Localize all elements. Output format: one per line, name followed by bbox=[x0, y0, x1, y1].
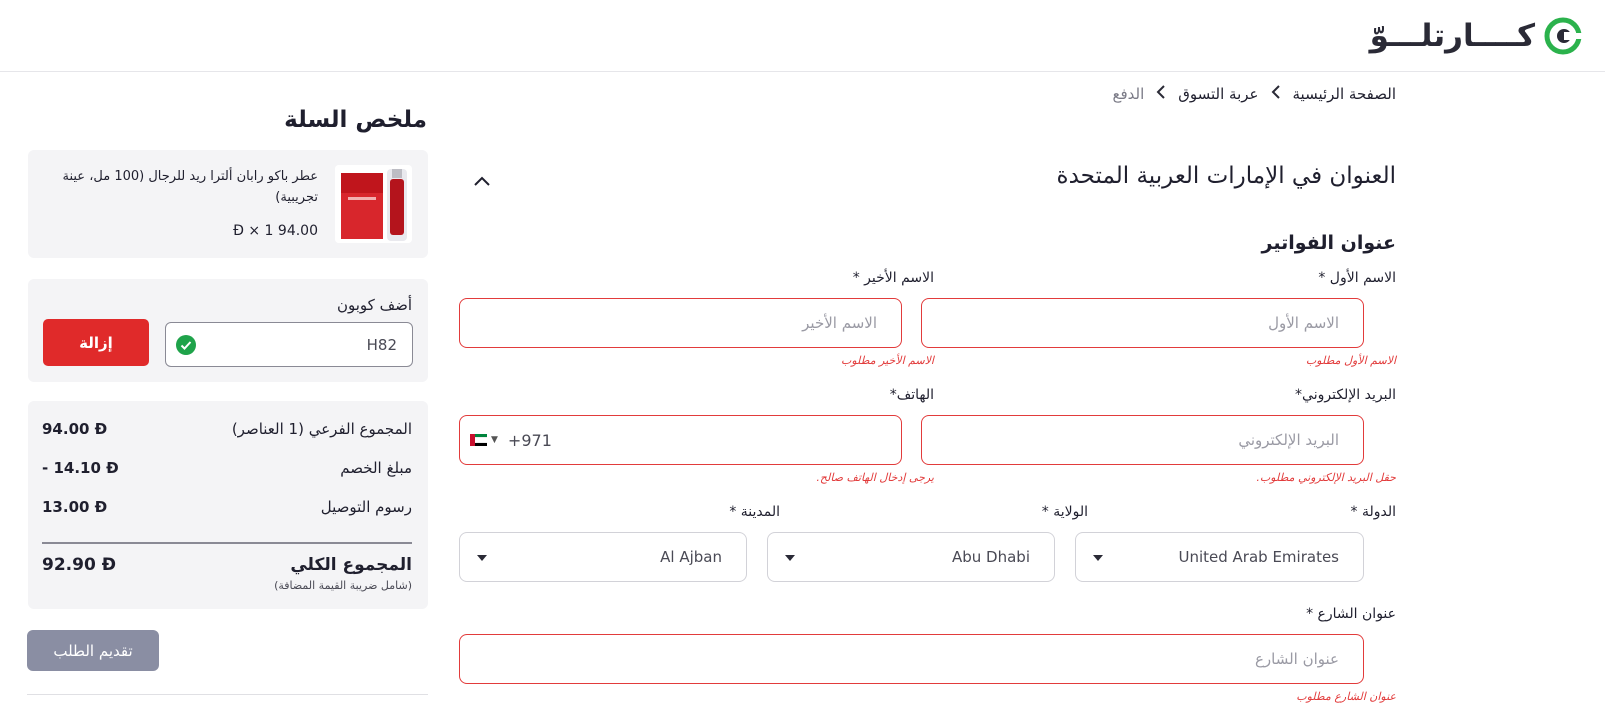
caret-down-icon bbox=[476, 553, 488, 563]
subtotal-value: 94.00 Ð bbox=[42, 420, 108, 438]
totals-divider bbox=[42, 542, 412, 544]
grand-total-label: المجموع الكلي bbox=[290, 555, 412, 575]
breadcrumb: الصفحة الرئيسية عربة التسوق الدفع bbox=[1112, 84, 1396, 103]
phone-label: الهاتف* bbox=[889, 387, 934, 403]
place-order-button[interactable]: تقديم الطلب bbox=[27, 630, 159, 671]
shipping-value: 13.00 Ð bbox=[42, 498, 108, 516]
state-select[interactable]: Abu Dhabi bbox=[767, 532, 1055, 582]
address-section-title: العنوان في الإمارات العربية المتحدة bbox=[1056, 163, 1396, 189]
site-header: كــــارتلـــوّ bbox=[0, 0, 1605, 72]
caret-down-icon bbox=[784, 553, 796, 563]
caret-down-icon[interactable]: ▼ bbox=[491, 435, 498, 445]
street-label: عنوان الشارع * bbox=[1306, 606, 1396, 622]
logo-text: كــــارتلـــوّ bbox=[1369, 18, 1535, 54]
subtotal-label: المجموع الفرعي (1 العناصر) bbox=[231, 420, 412, 438]
product-price: 94.00 Ð × 1 bbox=[233, 223, 318, 239]
shipping-label: رسوم التوصيل bbox=[320, 498, 412, 516]
phone-error: يرجى إدخال الهاتف صالح. bbox=[816, 471, 934, 484]
last-name-input[interactable]: الاسم الأخير bbox=[459, 298, 902, 348]
cart-item: عطر باكو رابان ألترا ريد للرجال (100 مل،… bbox=[28, 150, 428, 258]
vat-note: (شامل ضريبة القيمة المضافة) bbox=[274, 579, 412, 592]
summary-divider bbox=[27, 694, 428, 695]
country-value: United Arab Emirates bbox=[1178, 548, 1339, 566]
chevron-left-icon bbox=[1156, 84, 1166, 103]
chevron-left-icon bbox=[1271, 84, 1281, 103]
chevron-up-icon[interactable] bbox=[470, 170, 494, 194]
breadcrumb-cart[interactable]: عربة التسوق bbox=[1178, 85, 1258, 103]
city-select[interactable]: Al Ajban bbox=[459, 532, 747, 582]
discount-row: مبلغ الخصم - 14.10 Ð bbox=[42, 457, 412, 479]
breadcrumb-checkout: الدفع bbox=[1112, 84, 1145, 103]
last-name-label: الاسم الأخير * bbox=[852, 270, 934, 286]
coupon-section: أضف كوبون H82 إزالة bbox=[28, 279, 428, 382]
street-input[interactable]: عنوان الشارع bbox=[459, 634, 1364, 684]
grand-total-row: المجموع الكلي 92.90 Ð bbox=[42, 554, 412, 576]
country-label: الدولة * bbox=[1350, 504, 1397, 520]
street-error: عنوان الشارع مطلوب bbox=[1296, 690, 1396, 703]
order-totals: المجموع الفرعي (1 العناصر) 94.00 Ð مبلغ … bbox=[28, 401, 428, 609]
discount-label: مبلغ الخصم bbox=[340, 459, 412, 477]
coupon-input[interactable]: H82 bbox=[165, 322, 413, 367]
check-circle-icon bbox=[176, 335, 196, 355]
coupon-value: H82 bbox=[366, 335, 397, 354]
phone-input[interactable]: ▼ +971 bbox=[459, 415, 902, 465]
city-label: المدينة * bbox=[729, 504, 780, 520]
breadcrumb-home[interactable]: الصفحة الرئيسية bbox=[1293, 85, 1397, 103]
first-name-label: الاسم الأول * bbox=[1318, 270, 1396, 286]
state-value: Abu Dhabi bbox=[952, 548, 1030, 566]
uae-flag-icon[interactable] bbox=[470, 434, 487, 446]
first-name-input[interactable]: الاسم الأول bbox=[921, 298, 1364, 348]
product-image[interactable] bbox=[335, 165, 412, 243]
country-select[interactable]: United Arab Emirates bbox=[1075, 532, 1364, 582]
state-label: الولاية * bbox=[1041, 504, 1088, 520]
city-value: Al Ajban bbox=[660, 548, 722, 566]
shipping-row: رسوم التوصيل 13.00 Ð bbox=[42, 496, 412, 518]
email-input[interactable]: البريد الإلكتروني bbox=[921, 415, 1364, 465]
remove-coupon-button[interactable]: إزالة bbox=[43, 319, 149, 366]
email-label: البريد الإلكتروني* bbox=[1295, 387, 1396, 403]
billing-address-title: عنوان الفواتير bbox=[1261, 232, 1396, 254]
product-name[interactable]: عطر باكو رابان ألترا ريد للرجال (100 مل،… bbox=[58, 166, 318, 208]
cartlow-logo-icon bbox=[1544, 17, 1583, 55]
first-name-error: الاسم الأول مطلوب bbox=[1305, 354, 1396, 367]
discount-value: - 14.10 Ð bbox=[42, 459, 119, 477]
coupon-label: أضف كوبون bbox=[336, 296, 412, 314]
cart-summary-title: ملخص السلة bbox=[284, 107, 427, 133]
phone-country-code: +971 bbox=[507, 430, 552, 450]
last-name-error: الاسم الأخير مطلوب bbox=[841, 354, 934, 367]
grand-total-value: 92.90 Ð bbox=[42, 555, 116, 575]
email-error: حقل البريد الإلكتروني مطلوب. bbox=[1256, 471, 1396, 484]
caret-down-icon bbox=[1092, 553, 1104, 563]
site-logo[interactable]: كــــارتلـــوّ bbox=[1370, 14, 1583, 58]
subtotal-row: المجموع الفرعي (1 العناصر) 94.00 Ð bbox=[42, 418, 412, 440]
